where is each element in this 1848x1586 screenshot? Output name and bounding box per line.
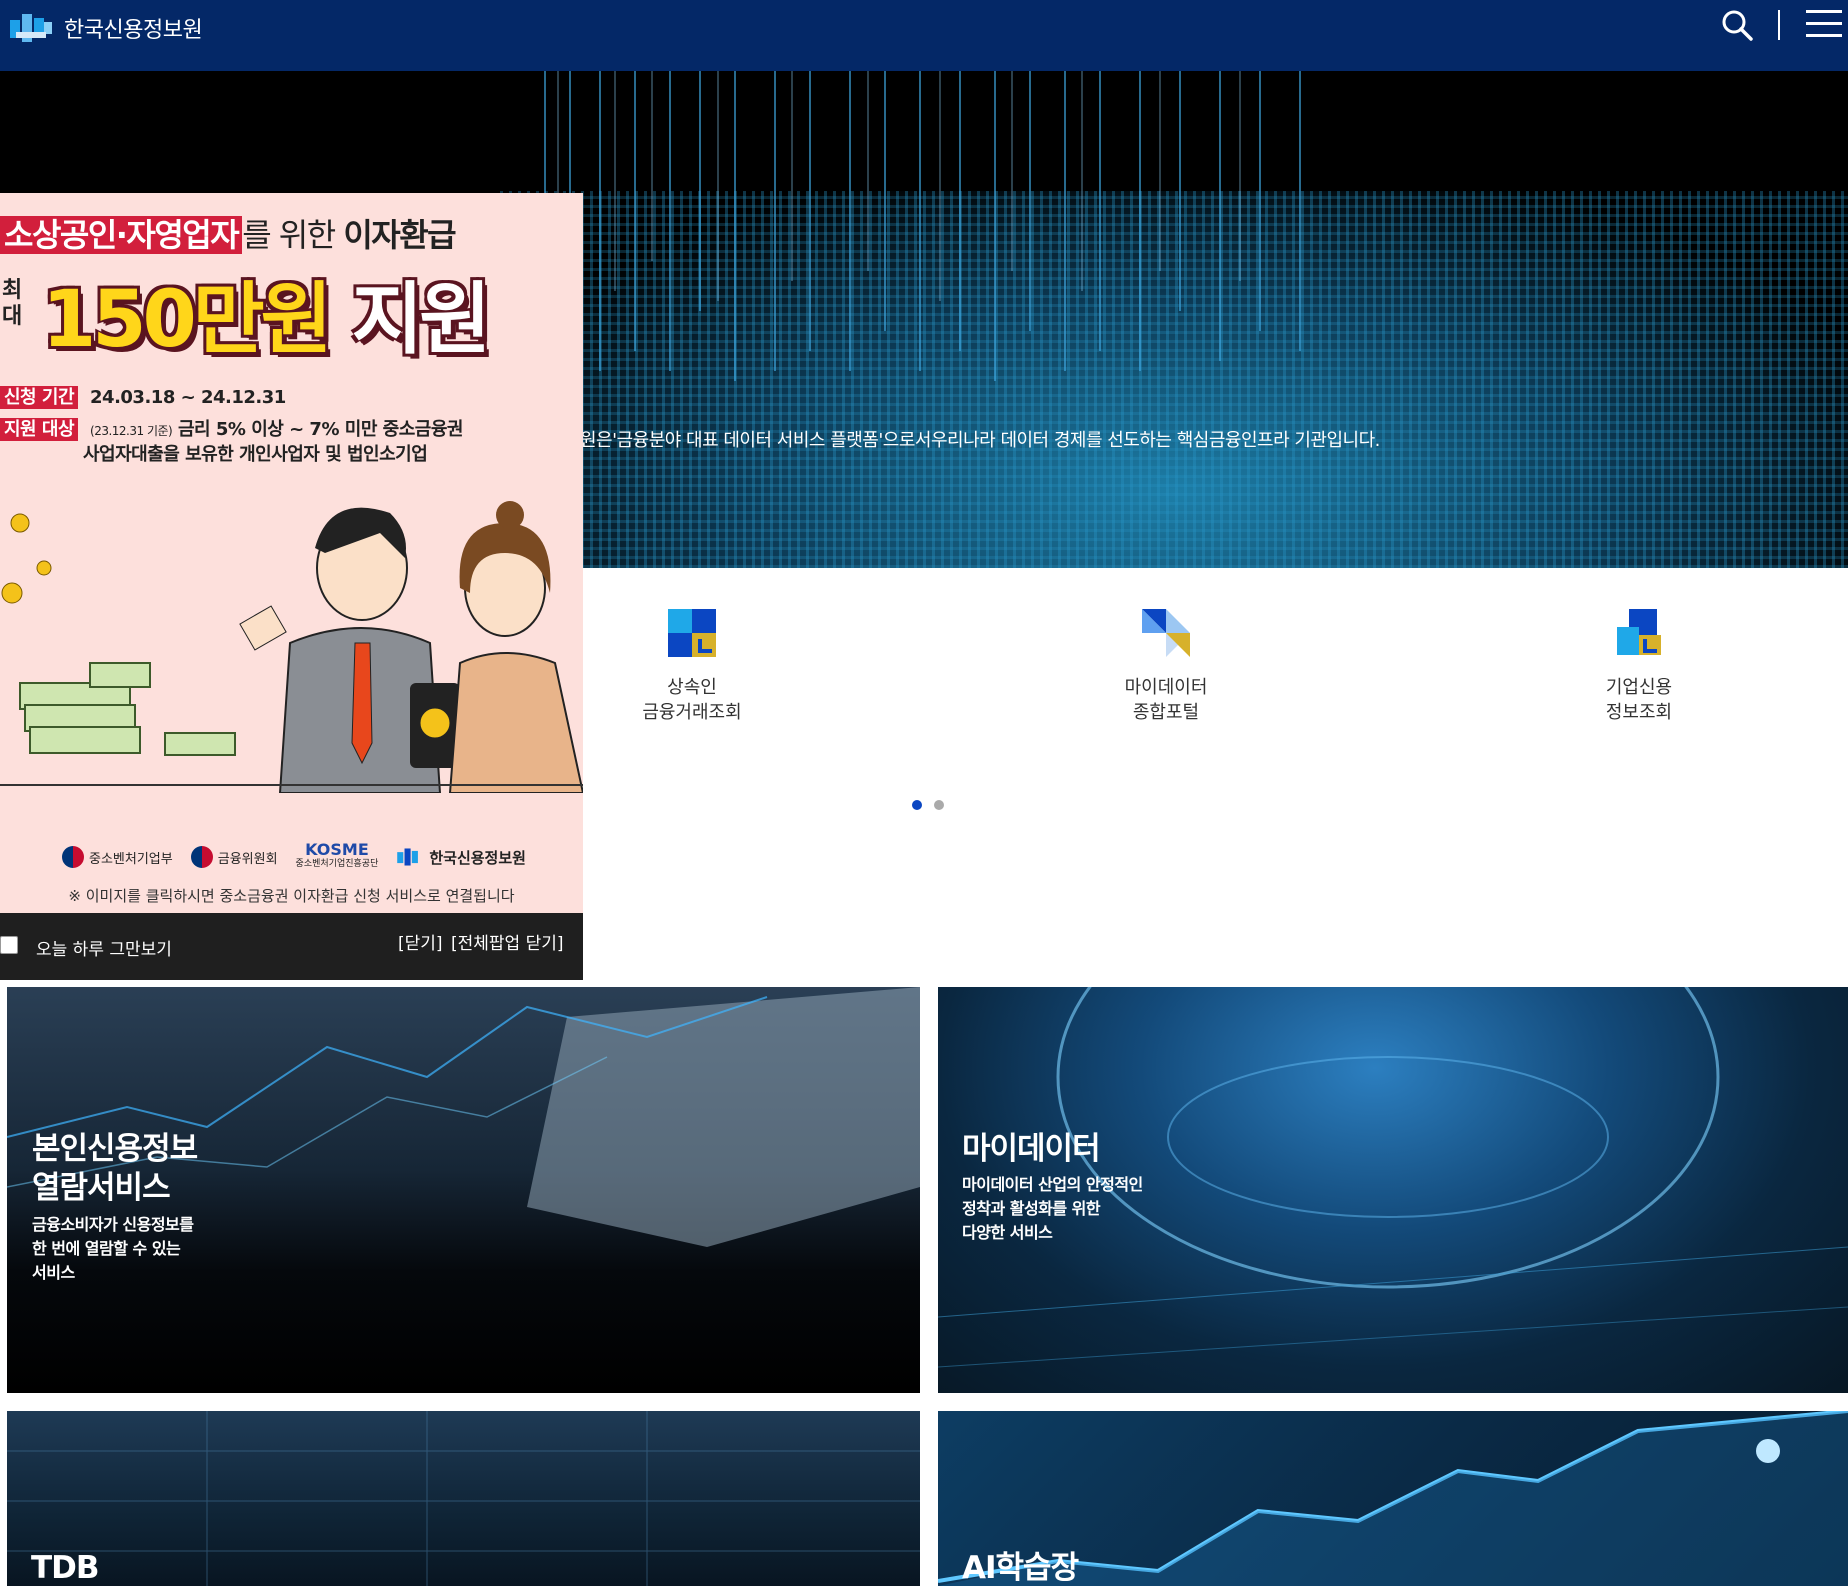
popup-close-button[interactable]: [닫기] xyxy=(398,929,443,954)
kcis-logo-icon xyxy=(10,14,52,42)
card-credit-info-view[interactable]: 본인신용정보 열람서비스 금융소비자가 신용정보를 한 번에 열람할 수 있는 … xyxy=(7,987,920,1393)
header-divider xyxy=(1778,10,1780,40)
card-desc: 금융소비자가 신용정보를 한 번에 열람할 수 있는 서비스 xyxy=(32,1215,194,1282)
dont-show-today-checkbox[interactable] xyxy=(0,936,18,954)
quick-service-label: 종합포털 xyxy=(1132,702,1200,723)
partner-mss-logo: 중소벤처기업부 xyxy=(62,846,173,868)
popup-period-tag: 신청 기간 xyxy=(0,386,79,409)
popup-amount-value: 150만원 xyxy=(42,275,332,365)
popup-period-row: 신청 기간 24.03.18 ~ 24.12.31 xyxy=(0,383,286,409)
card-mydata[interactable]: 마이데이터 마이데이터 산업의 안정적인 정착과 활성화를 위한 다양한 서비스 xyxy=(938,987,1848,1393)
partner-name: 중소벤처기업부 xyxy=(89,851,173,867)
popup-note: ※ 이미지를 클릭하시면 중소금융권 이자환급 신청 서비스로 연결됩니다 xyxy=(68,887,515,905)
dont-show-today-label[interactable]: 오늘 하루 그만보기 xyxy=(36,935,172,960)
partner-kosme-logo: KOSME 중소벤처기업진흥공단 xyxy=(295,840,379,871)
carousel-dot-2[interactable] xyxy=(934,800,944,810)
hero-data-lines xyxy=(544,71,1301,381)
popup-headline-mid: 를 위한 xyxy=(242,216,344,254)
popup-headline: 소상공인·자영업자 를 위한 이자환급 xyxy=(0,210,457,256)
card-desc: 마이데이터 산업의 안정적인 정착과 활성화를 위한 다양한 서비스 xyxy=(962,1175,1143,1242)
hamburger-menu-icon[interactable] xyxy=(1806,10,1842,40)
kcis-logo-icon xyxy=(397,848,419,866)
hero-tagline: 원은'금융분야 대표 데이터 서비스 플랫폼'으로서우리나라 데이터 경제를 선… xyxy=(580,430,1380,451)
card-tdb[interactable]: TDB xyxy=(7,1411,920,1586)
popup-illustration xyxy=(0,501,583,793)
quick-service-label: 기업신용 xyxy=(1605,677,1673,698)
carousel-pagination xyxy=(912,800,944,810)
popup-partner-logos: 중소벤처기업부 금융위원회 KOSME 중소벤처기업진흥공단 한국신용정보원 xyxy=(62,840,526,871)
popup-close-all-button[interactable]: [전체팝업 닫기] xyxy=(451,929,564,954)
popup-headline-end: 이자환급 xyxy=(343,216,456,254)
carousel-dot-1[interactable] xyxy=(912,800,922,810)
korea-emblem-icon xyxy=(62,846,84,868)
site-logo[interactable]: 한국신용정보원 xyxy=(8,10,203,46)
popup-amount-support: 지원 xyxy=(328,275,491,365)
popup-period-value: 24.03.18 ~ 24.12.31 xyxy=(90,387,286,408)
quick-service-label: 정보조회 xyxy=(1605,702,1673,723)
promo-popup: 소상공인·자영업자 를 위한 이자환급 최대 150만원 지원 신청 기간 24.0… xyxy=(0,193,583,980)
partner-subname: 중소벤처기업진흥공단 xyxy=(295,859,379,869)
site-header: 한국신용정보원 xyxy=(0,0,1848,71)
partner-kcis-logo: 한국신용정보원 xyxy=(396,846,526,868)
partner-name: KOSME xyxy=(305,840,369,859)
popup-headline-highlight: 소상공인·자영업자 xyxy=(0,216,243,254)
quick-service-mydata[interactable]: 마이데이터 종합포털 xyxy=(1056,605,1276,725)
quick-service-label: 금융거래조회 xyxy=(642,702,742,723)
quick-service-label: 상속인 xyxy=(667,677,717,698)
mydata-portal-icon xyxy=(1142,609,1190,657)
quick-service-inheritance[interactable]: 상속인 금융거래조회 xyxy=(582,605,802,725)
popup-target-note: (23.12.31 기준) xyxy=(90,424,173,438)
popup-target-row: 지원 대상 (23.12.31 기준) 금리 5% 이상 ~ 7% 미만 중소금융… xyxy=(0,415,463,441)
popup-max-label: 최대 xyxy=(2,278,23,329)
card-title: AI학습장 xyxy=(962,1550,1079,1586)
logo-text: 한국신용정보원 xyxy=(64,18,203,43)
card-title: 마이데이터 xyxy=(962,1131,1101,1167)
korea-emblem-icon xyxy=(190,846,213,868)
partner-fsc-logo: 금융위원회 xyxy=(190,846,278,868)
quick-service-label: 마이데이터 xyxy=(1124,677,1208,698)
card-ai-lab[interactable]: AI학습장 xyxy=(938,1411,1848,1586)
popup-target-value2: 사업자대출을 보유한 개인사업자 및 법인소기업 xyxy=(83,444,428,465)
quick-service-corporate-credit[interactable]: 기업신용 정보조회 xyxy=(1529,605,1749,725)
popup-amount: 150만원 지원 xyxy=(42,257,491,369)
popup-footer: 오늘 하루 그만보기 [닫기] [전체팝업 닫기] xyxy=(0,913,583,980)
card-title: TDB xyxy=(31,1550,100,1586)
inheritance-finance-icon xyxy=(668,609,716,657)
popup-target-tag: 지원 대상 xyxy=(0,418,79,441)
card-title: 본인신용정보 열람서비스 xyxy=(32,1131,198,1206)
partner-name: 금융위원회 xyxy=(217,851,278,867)
partner-name: 한국신용정보원 xyxy=(429,848,526,867)
card-bg-graphic xyxy=(7,1411,920,1586)
popup-target-value: 금리 5% 이상 ~ 7% 미만 중소금융권 xyxy=(172,419,463,440)
search-icon[interactable] xyxy=(1720,8,1756,44)
corporate-credit-icon xyxy=(1617,609,1661,655)
